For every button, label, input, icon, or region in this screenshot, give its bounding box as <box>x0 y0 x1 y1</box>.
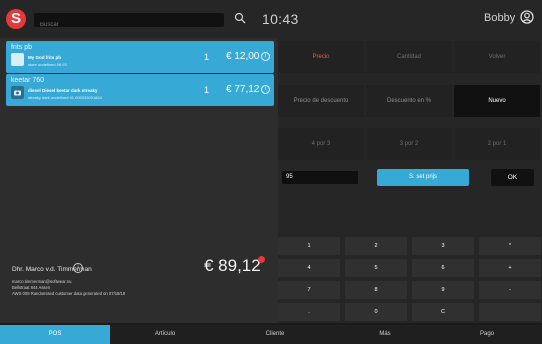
keypad-key-blank[interactable] <box>479 303 541 321</box>
keypad-key-plus[interactable]: + <box>479 259 541 277</box>
keypad-key-9[interactable]: 9 <box>412 281 474 299</box>
search-box[interactable] <box>34 13 224 32</box>
four-for-three-button[interactable]: 4 por 3 <box>278 128 364 160</box>
cart-item-price: € 12,00 <box>226 51 260 62</box>
cart-line-item[interactable]: frits pb My God frits pb store undefined… <box>6 41 274 73</box>
cart-line-item[interactable]: keetar 760 diesel Diesel keetar dark str… <box>6 74 274 106</box>
keypad-key-5[interactable]: 5 <box>345 259 407 277</box>
nav-tab-customer[interactable]: Cliente <box>220 325 330 344</box>
keypad-key-decimal[interactable]: . <box>278 303 340 321</box>
two-for-one-button[interactable]: 2 por 1 <box>454 128 540 160</box>
keypad-key-7[interactable]: 7 <box>278 281 340 299</box>
search-input[interactable] <box>34 18 224 32</box>
keypad-key-2[interactable]: 2 <box>345 237 407 255</box>
clock-time: 10:43 <box>262 11 299 27</box>
camera-icon <box>11 86 24 99</box>
keypad-key-6[interactable]: 6 <box>412 259 474 277</box>
price-button[interactable]: Precio <box>278 41 364 73</box>
cart-total: € 89,12 <box>204 256 261 275</box>
info-icon[interactable]: i <box>261 85 270 94</box>
discount-price-button[interactable]: Precio de descuento <box>278 85 364 117</box>
nav-tab-article[interactable]: Artículo <box>110 325 220 344</box>
product-image-placeholder <box>11 53 24 66</box>
cart-item-detail: store undefined 08 93 <box>28 62 67 67</box>
nav-tab-payment[interactable]: Pago <box>432 325 542 344</box>
return-button[interactable]: Volver <box>454 41 540 73</box>
ok-button[interactable]: OK <box>491 169 534 186</box>
notification-badge <box>258 256 265 263</box>
customer-note: AWS 008 Randomised customer data generat… <box>12 291 126 296</box>
keypad-key-multiply[interactable]: * <box>479 237 541 255</box>
customer-email: marco.timmerman@softwear.nu <box>12 279 72 284</box>
nav-tab-pos[interactable]: POS <box>0 325 110 344</box>
cart-item-price: € 77,12 <box>226 84 260 95</box>
cart-item-quantity: 1 <box>204 85 210 95</box>
price-input[interactable]: 95 <box>282 171 358 184</box>
keypad-key-3[interactable]: 3 <box>412 237 474 255</box>
cart-item-description: diesel Diesel keetar dark streaky <box>28 88 98 93</box>
keypad-key-8[interactable]: 8 <box>345 281 407 299</box>
user-name[interactable]: Bobby <box>484 12 515 24</box>
discount-percent-button[interactable]: Descuento en % <box>366 85 452 117</box>
user-icon[interactable] <box>520 10 534 24</box>
cart-item-quantity: 1 <box>204 52 210 62</box>
keypad-key-0[interactable]: 0 <box>345 303 407 321</box>
keypad-key-1[interactable]: 1 <box>278 237 340 255</box>
set-price-button[interactable]: S. set prijs <box>377 169 469 186</box>
cart-item-detail: streaky dark undefined 01 000033001824 <box>28 95 102 100</box>
cart-item-description: My God frits pb <box>28 55 61 60</box>
customer-info-icon[interactable]: i <box>73 263 83 273</box>
keypad-key-minus[interactable]: - <box>479 281 541 299</box>
keypad-key-4[interactable]: 4 <box>278 259 340 277</box>
search-icon[interactable] <box>234 12 246 24</box>
new-button[interactable]: Nuevo <box>454 85 540 117</box>
nav-tab-more[interactable]: Más <box>330 325 440 344</box>
keypad-key-clear[interactable]: C <box>412 303 474 321</box>
customer-address: Bellstraat 844 Assen <box>12 285 51 290</box>
info-icon[interactable]: i <box>261 52 270 61</box>
app-logo[interactable]: S <box>6 9 26 29</box>
cart-item-title: frits pb <box>11 44 33 51</box>
three-for-two-button[interactable]: 3 por 2 <box>366 128 452 160</box>
quantity-button[interactable]: Cantidad <box>366 41 452 73</box>
cart-item-title: keetar 760 <box>11 77 45 84</box>
